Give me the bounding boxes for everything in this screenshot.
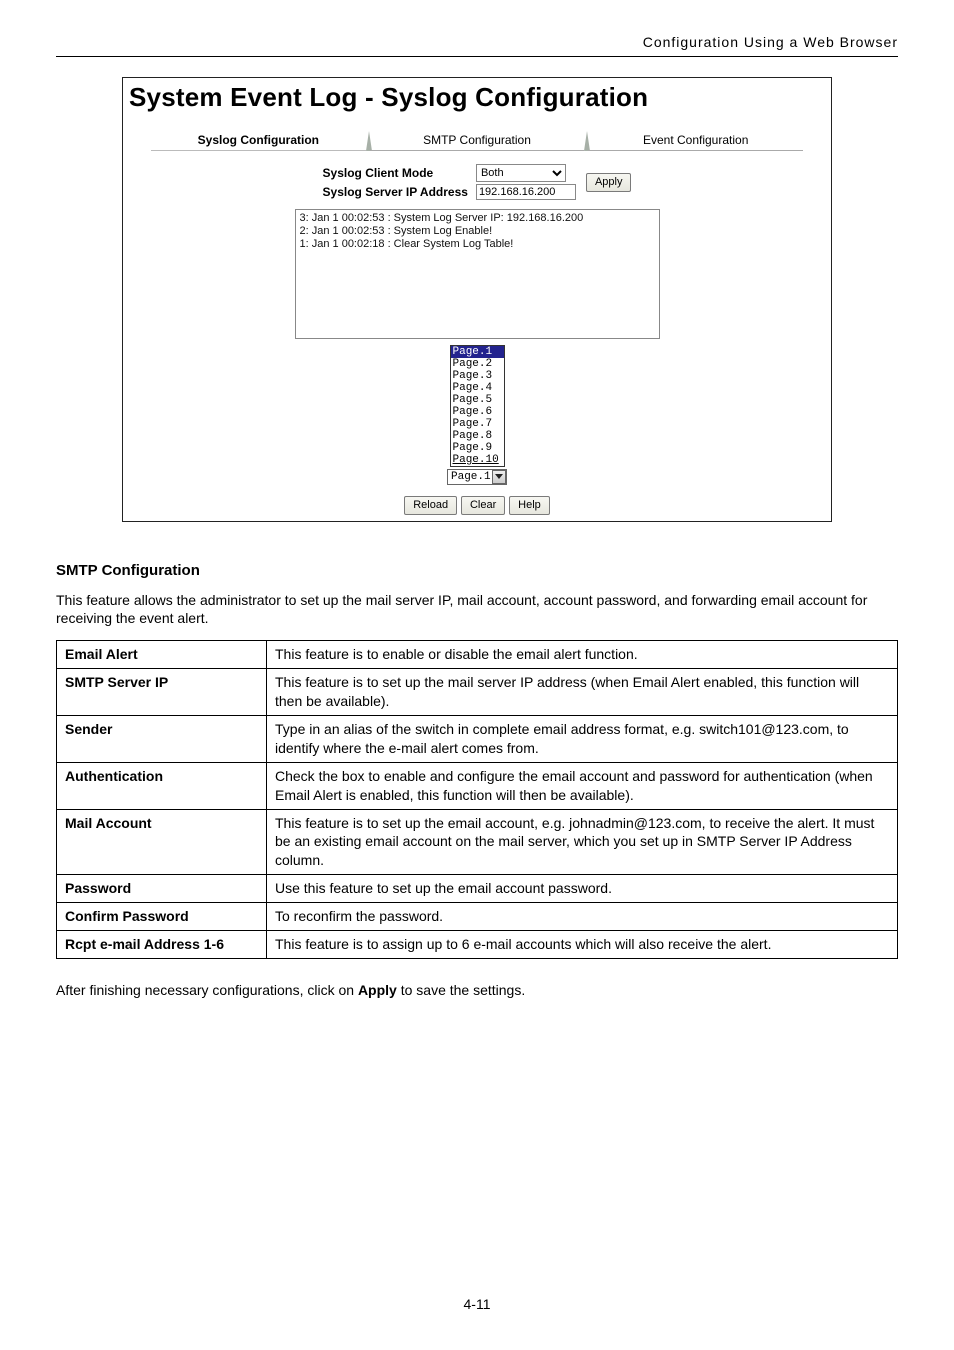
feature-desc: Use this feature to set up the email acc… — [267, 875, 898, 903]
feature-desc: This feature is to set up the mail serve… — [267, 669, 898, 716]
syslog-textarea[interactable]: 3: Jan 1 00:02:53 : System Log Server IP… — [295, 209, 660, 339]
feature-label: Rcpt e-mail Address 1-6 — [57, 930, 267, 958]
feature-label: Email Alert — [57, 641, 267, 669]
feature-label: Mail Account — [57, 809, 267, 875]
client-mode-label: Syslog Client Mode — [319, 163, 472, 183]
client-mode-select[interactable]: Both — [476, 164, 566, 182]
feature-label: Authentication — [57, 762, 267, 809]
feature-desc: Type in an alias of the switch in comple… — [267, 715, 898, 762]
feature-label: Sender — [57, 715, 267, 762]
smtp-feature-table: Email Alert This feature is to enable or… — [56, 640, 898, 959]
page-option[interactable]: Page.7 — [451, 418, 504, 430]
table-row: Mail Account This feature is to set up t… — [57, 809, 898, 875]
clear-button[interactable]: Clear — [461, 496, 505, 515]
feature-desc: This feature is to enable or disable the… — [267, 641, 898, 669]
table-row: Rcpt e-mail Address 1-6 This feature is … — [57, 930, 898, 958]
feature-desc: This feature is to assign up to 6 e-mail… — [267, 930, 898, 958]
feature-label: Password — [57, 875, 267, 903]
smtp-intro-paragraph: This feature allows the administrator to… — [56, 591, 898, 629]
tab-event-configuration[interactable]: Event Configuration — [588, 129, 803, 151]
page-select-expanded[interactable]: Page.1 Page.2 Page.3 Page.4 Page.5 Page.… — [450, 345, 505, 467]
apply-note: After finishing necessary configurations… — [56, 981, 898, 1000]
page-option[interactable]: Page.10 — [451, 454, 504, 466]
tabs-row: Syslog Configuration SMTP Configuration … — [123, 129, 831, 151]
table-row: Confirm Password To reconfirm the passwo… — [57, 903, 898, 931]
page-number: 4-11 — [0, 1296, 954, 1312]
apply-note-pre: After finishing necessary configurations… — [56, 982, 358, 998]
page-select-collapsed[interactable]: Page.1 — [447, 469, 507, 485]
page-option[interactable]: Page.1 — [451, 346, 504, 358]
feature-desc: Check the box to enable and configure th… — [267, 762, 898, 809]
syslog-config-screenshot: System Event Log - Syslog Configuration … — [122, 77, 832, 522]
server-ip-label: Syslog Server IP Address — [319, 183, 472, 201]
table-row: Email Alert This feature is to enable or… — [57, 641, 898, 669]
page-option[interactable]: Page.6 — [451, 406, 504, 418]
page-option[interactable]: Page.3 — [451, 370, 504, 382]
tab-syslog-configuration[interactable]: Syslog Configuration — [151, 129, 366, 151]
page-select-value: Page.1 — [448, 471, 492, 483]
table-row: Password Use this feature to set up the … — [57, 875, 898, 903]
apply-note-post: to save the settings. — [397, 982, 525, 998]
page-option[interactable]: Page.4 — [451, 382, 504, 394]
feature-label: SMTP Server IP — [57, 669, 267, 716]
page-option[interactable]: Page.2 — [451, 358, 504, 370]
table-row: Authentication Check the box to enable a… — [57, 762, 898, 809]
page-option[interactable]: Page.8 — [451, 430, 504, 442]
table-row: Sender Type in an alias of the switch in… — [57, 715, 898, 762]
server-ip-input[interactable] — [476, 184, 576, 200]
running-header: Configuration Using a Web Browser — [56, 34, 898, 57]
reload-button[interactable]: Reload — [404, 496, 457, 515]
feature-label: Confirm Password — [57, 903, 267, 931]
chevron-down-icon[interactable] — [492, 470, 506, 484]
smtp-section-heading: SMTP Configuration — [56, 562, 898, 579]
tab-smtp-configuration[interactable]: SMTP Configuration — [370, 129, 585, 151]
screenshot-title: System Event Log - Syslog Configuration — [123, 78, 831, 115]
feature-desc: To reconfirm the password. — [267, 903, 898, 931]
help-button[interactable]: Help — [509, 496, 550, 515]
apply-button[interactable]: Apply — [586, 173, 632, 192]
feature-desc: This feature is to set up the email acco… — [267, 809, 898, 875]
table-row: SMTP Server IP This feature is to set up… — [57, 669, 898, 716]
page-option[interactable]: Page.9 — [451, 442, 504, 454]
apply-note-bold: Apply — [358, 982, 397, 998]
page-option[interactable]: Page.5 — [451, 394, 504, 406]
syslog-form-table: Syslog Client Mode Both Apply Syslog Ser… — [319, 163, 636, 201]
